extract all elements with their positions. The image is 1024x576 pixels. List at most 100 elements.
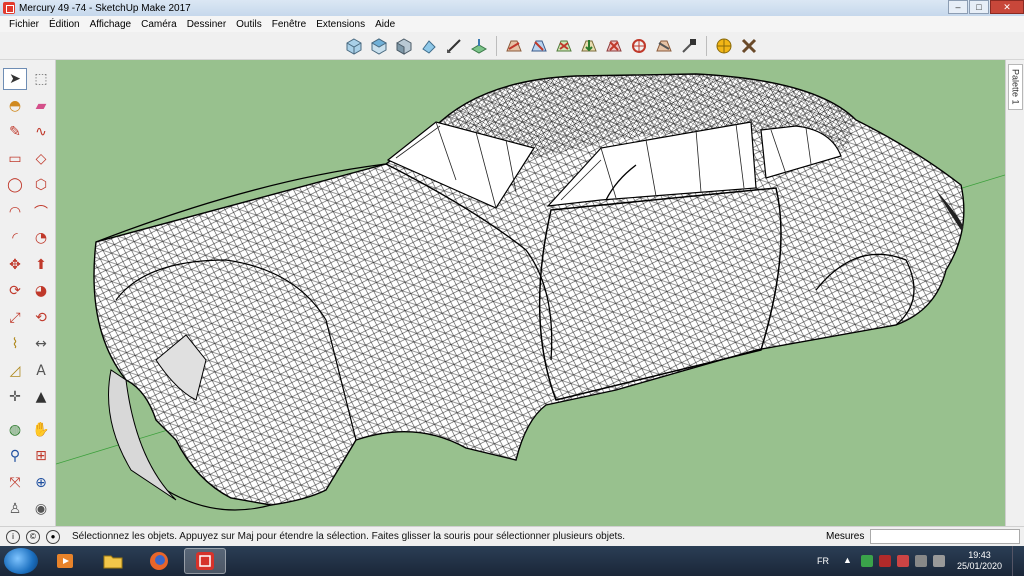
media-player-icon[interactable] bbox=[44, 548, 86, 574]
clock[interactable]: 19:43 25/01/2020 bbox=[957, 550, 1002, 572]
menu-affichage[interactable]: Affichage bbox=[85, 19, 137, 30]
extension-warehouse-icon[interactable] bbox=[678, 35, 700, 57]
status-message: Sélectionnez les objets. Appuyez sur Maj… bbox=[72, 531, 626, 542]
sandbox-contours-icon[interactable] bbox=[503, 35, 525, 57]
show-desktop-button[interactable] bbox=[1012, 546, 1024, 576]
look-around-icon[interactable]: ◉ bbox=[29, 498, 53, 520]
sandbox-drape-icon[interactable] bbox=[603, 35, 625, 57]
pencil-icon[interactable]: ✎ bbox=[3, 121, 27, 143]
arc-icon[interactable]: ◠ bbox=[3, 201, 27, 223]
3d-text-icon[interactable]: ▲ bbox=[29, 386, 53, 408]
minimize-button[interactable]: – bbox=[948, 0, 968, 14]
offset-glyph: ⟲ bbox=[35, 309, 47, 326]
file-explorer-icon[interactable] bbox=[92, 548, 134, 574]
sandbox-stamp-icon[interactable] bbox=[578, 35, 600, 57]
left-view-icon[interactable] bbox=[468, 35, 490, 57]
top-view-icon[interactable] bbox=[368, 35, 390, 57]
clock-date: 25/01/2020 bbox=[956, 561, 1002, 571]
front-view-icon[interactable] bbox=[393, 35, 415, 57]
move-icon[interactable]: ✥ bbox=[3, 254, 27, 276]
menu-outils[interactable]: Outils bbox=[231, 19, 267, 30]
menu-dessiner[interactable]: Dessiner bbox=[182, 19, 231, 30]
freehand-icon[interactable]: ∿ bbox=[29, 121, 53, 143]
rotated-rectangle-icon[interactable]: ◇ bbox=[29, 148, 53, 170]
menu-extensions[interactable]: Extensions bbox=[311, 19, 370, 30]
sandbox-smoove-icon[interactable] bbox=[553, 35, 575, 57]
network-tray-icon[interactable] bbox=[914, 555, 927, 567]
firefox-icon[interactable] bbox=[138, 548, 180, 574]
position-camera-icon[interactable]: ♙ bbox=[3, 498, 27, 520]
menu-edition[interactable]: Édition bbox=[44, 19, 85, 30]
menu-camera[interactable]: Caméra bbox=[136, 19, 182, 30]
menu-fenetre[interactable]: Fenêtre bbox=[267, 19, 311, 30]
nvidia-tray-icon[interactable] bbox=[860, 555, 873, 567]
circle-glyph: ◯ bbox=[7, 177, 23, 193]
pan-glyph: ✋ bbox=[32, 421, 50, 438]
maximize-button[interactable]: □ bbox=[969, 0, 989, 14]
previous-view-icon[interactable]: ⊕ bbox=[29, 472, 53, 494]
palette-panel: Palette 1 bbox=[1005, 60, 1024, 526]
push-pull-icon[interactable]: ⬆ bbox=[29, 254, 53, 276]
sandbox-add-detail-icon[interactable] bbox=[628, 35, 650, 57]
tape-measure-glyph: ⌇ bbox=[11, 336, 19, 352]
sandbox-flip-edge-icon[interactable] bbox=[653, 35, 675, 57]
zoom-window-icon[interactable]: ⊞ bbox=[29, 445, 53, 467]
two-point-arc-icon[interactable]: ⌒ bbox=[29, 201, 53, 223]
orbit-icon[interactable]: ◍ bbox=[3, 419, 27, 441]
component-icon[interactable]: ⬚ bbox=[29, 68, 53, 90]
previous-view-glyph: ⊕ bbox=[35, 474, 47, 491]
security-tray-icon[interactable] bbox=[878, 555, 891, 567]
circle-icon[interactable]: ◯ bbox=[3, 174, 27, 196]
eraser-icon[interactable]: ▰ bbox=[29, 95, 53, 117]
menu-fichier[interactable]: Fichier bbox=[4, 19, 44, 30]
axes-icon[interactable]: ✛ bbox=[3, 386, 27, 408]
offset-icon[interactable]: ⟲ bbox=[29, 307, 53, 329]
drawing-viewport[interactable] bbox=[56, 60, 1005, 526]
three-point-arc-icon[interactable]: ◜ bbox=[3, 227, 27, 249]
sandbox-scratch-icon[interactable] bbox=[528, 35, 550, 57]
paint-bucket-icon[interactable]: ◓ bbox=[3, 95, 27, 117]
language-indicator[interactable]: FR bbox=[817, 556, 829, 566]
tray-expand-icon[interactable]: ▲ bbox=[843, 555, 855, 567]
two-point-arc-glyph: ⌒ bbox=[34, 204, 48, 221]
extension-manager-icon[interactable] bbox=[738, 35, 760, 57]
arc-glyph: ◠ bbox=[8, 203, 22, 220]
pan-icon[interactable]: ✋ bbox=[29, 419, 53, 441]
pencil-glyph: ✎ bbox=[9, 124, 21, 140]
volume-tray-icon[interactable] bbox=[932, 555, 945, 567]
rectangle-icon[interactable]: ▭ bbox=[3, 148, 27, 170]
text-icon[interactable]: A bbox=[29, 360, 53, 382]
rotate-icon[interactable]: ⟳ bbox=[3, 280, 27, 302]
user-icon[interactable]: ● bbox=[46, 529, 60, 544]
select-icon[interactable]: ➤ bbox=[3, 68, 27, 90]
start-button[interactable] bbox=[4, 548, 38, 574]
back-view-icon[interactable] bbox=[443, 35, 465, 57]
palette-tab-label: Palette 1 bbox=[1010, 69, 1021, 105]
menu-aide[interactable]: Aide bbox=[370, 19, 400, 30]
protractor-icon[interactable]: ◿ bbox=[3, 360, 27, 382]
tape-measure-icon[interactable]: ⌇ bbox=[3, 333, 27, 355]
geo-location-status-icon[interactable]: i bbox=[6, 529, 20, 544]
car-body-model bbox=[93, 73, 965, 511]
window-title: Mercury 49 -74 - SketchUp Make 2017 bbox=[19, 2, 191, 14]
antivirus-tray-icon[interactable] bbox=[896, 555, 909, 567]
component-glyph: ⬚ bbox=[34, 71, 48, 87]
measures-input[interactable] bbox=[870, 529, 1020, 544]
credits-icon[interactable]: © bbox=[26, 529, 40, 544]
pie-icon[interactable]: ◔ bbox=[29, 227, 53, 249]
follow-me-icon[interactable]: ◕ bbox=[29, 280, 53, 302]
dimension-icon[interactable]: ↔ bbox=[29, 333, 53, 355]
close-button[interactable]: ✕ bbox=[990, 0, 1024, 14]
pie-glyph: ◔ bbox=[34, 230, 48, 246]
zoom-extents-icon[interactable]: ⤧ bbox=[3, 472, 27, 494]
polygon-icon[interactable]: ⬡ bbox=[29, 174, 53, 196]
palette-tab[interactable]: Palette 1 bbox=[1008, 64, 1023, 110]
zoom-icon[interactable]: ⚲ bbox=[3, 445, 27, 467]
scale-icon[interactable]: ⤢ bbox=[3, 307, 27, 329]
sketchup-icon[interactable] bbox=[184, 548, 226, 574]
sketchup-app-icon bbox=[3, 2, 15, 14]
geo-location-icon[interactable] bbox=[713, 35, 735, 57]
eraser-glyph: ▰ bbox=[35, 97, 47, 114]
right-view-icon[interactable] bbox=[418, 35, 440, 57]
iso-view-icon[interactable] bbox=[343, 35, 365, 57]
